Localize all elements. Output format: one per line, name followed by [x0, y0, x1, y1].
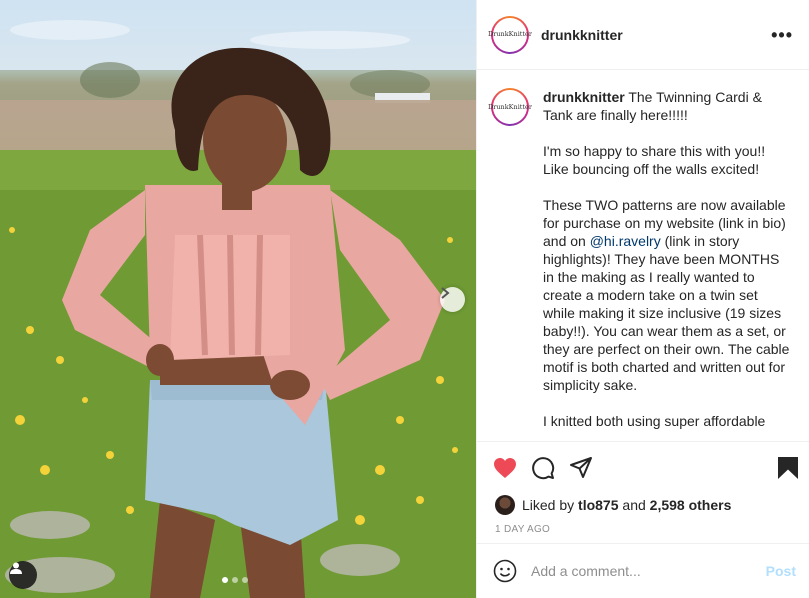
caption-section: Drunk Knitter drunkknitter The Twinning … — [477, 70, 809, 442]
share-icon — [570, 457, 592, 478]
avatar-logo-word1: Drunk — [488, 102, 509, 111]
post-caption: drunkknitter The Twinning Cardi & Tank a… — [543, 88, 793, 441]
caption-text: (link in story highlights)! They have be… — [543, 233, 790, 393]
header-username[interactable]: drunkknitter — [541, 27, 771, 43]
likes-count-link[interactable]: 2,598 others — [650, 497, 732, 513]
post-timestamp[interactable]: 1 DAY AGO — [477, 516, 809, 546]
carousel-dot — [232, 577, 238, 583]
avatar-logo-word2: Knitter — [508, 30, 532, 38]
caption-username[interactable]: drunkknitter — [543, 89, 625, 105]
likes-summary: Liked by tlo875 and 2,598 others — [477, 494, 809, 516]
user-tags-button[interactable] — [9, 561, 37, 589]
comment-input[interactable] — [531, 563, 766, 579]
share-button[interactable] — [569, 456, 593, 480]
post-sidebar: Drunk Knitter drunkknitter ••• Drunk Kni… — [476, 0, 809, 598]
carousel-next-button[interactable] — [440, 287, 465, 312]
user-tag-icon — [10, 562, 22, 574]
likes-prefix: Liked by — [522, 497, 575, 513]
profile-avatar[interactable]: Drunk Knitter — [488, 15, 532, 54]
avatar-logo: Drunk Knitter — [488, 90, 532, 124]
avatar-logo: Drunk Knitter — [488, 17, 532, 52]
more-icon[interactable]: ••• — [771, 26, 793, 44]
caption-paragraph: I'm so happy to share this with you!! Li… — [543, 143, 766, 177]
caption-paragraph: I knitted both using super affordable — [543, 413, 766, 429]
liker-username[interactable]: tlo875 — [578, 497, 618, 513]
post-comment-button[interactable]: Post — [766, 563, 796, 579]
liker-avatar[interactable] — [495, 495, 515, 515]
action-bar — [477, 442, 809, 494]
caption-paragraph: drunkknitter The Twinning Cardi & Tank a… — [543, 88, 793, 124]
like-button[interactable] — [493, 457, 517, 479]
comment-button[interactable] — [531, 456, 555, 480]
caption-paragraph: These TWO patterns are now available for… — [543, 196, 793, 394]
heart-icon — [494, 458, 516, 478]
comment-icon — [532, 457, 555, 480]
bookmark-icon — [778, 457, 798, 479]
photo-illustration — [0, 20, 476, 598]
carousel-dot-active — [222, 577, 228, 583]
chevron-right-icon — [441, 287, 450, 299]
post-photo[interactable] — [0, 0, 476, 598]
comment-box: Post — [477, 543, 809, 598]
avatar-logo-word2: Knitter — [508, 102, 532, 111]
emoji-icon — [493, 559, 517, 583]
caption-mention-link[interactable]: @hi.ravelry — [590, 233, 661, 249]
avatar-logo-word1: Drunk — [488, 30, 509, 38]
carousel-dot — [242, 577, 248, 583]
save-button[interactable] — [777, 456, 799, 480]
emoji-button[interactable] — [493, 559, 517, 583]
likes-middle: and — [622, 497, 646, 513]
caption-avatar[interactable]: Drunk Knitter — [488, 88, 532, 126]
post-header: Drunk Knitter drunkknitter ••• — [477, 0, 809, 70]
carousel-indicator — [222, 577, 248, 583]
